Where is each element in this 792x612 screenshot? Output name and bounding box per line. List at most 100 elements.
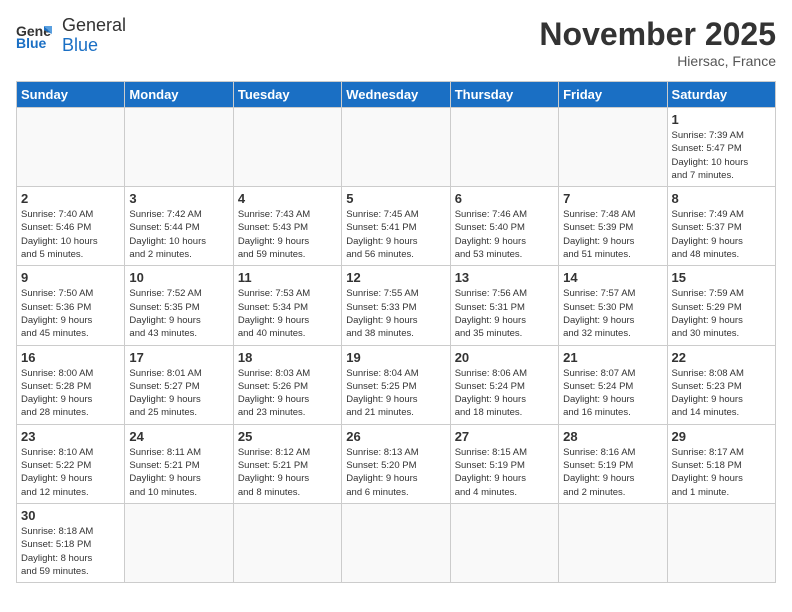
calendar-cell: 4 Sunrise: 7:43 AM Sunset: 5:43 PM Daylig…	[233, 187, 341, 266]
weekday-header-tuesday: Tuesday	[233, 82, 341, 108]
day-info: Sunrise: 7:46 AM Sunset: 5:40 PM Dayligh…	[455, 208, 554, 261]
calendar-cell: 24Sunrise: 8:11 AM Sunset: 5:21 PM Dayli…	[125, 424, 233, 503]
day-info: Sunrise: 8:18 AM Sunset: 5:18 PM Dayligh…	[21, 525, 120, 578]
month-title: November 2025	[539, 16, 776, 53]
day-info: Sunrise: 8:06 AM Sunset: 5:24 PM Dayligh…	[455, 367, 554, 420]
day-number: 27	[455, 429, 554, 444]
calendar-cell: 1 Sunrise: 7:39 AM Sunset: 5:47 PM Daylig…	[667, 108, 775, 187]
day-number: 15	[672, 270, 771, 285]
week-row-2: 2 Sunrise: 7:40 AM Sunset: 5:46 PM Daylig…	[17, 187, 776, 266]
location: Hiersac, France	[539, 53, 776, 69]
calendar-cell: 17 Sunrise: 8:01 AM Sunset: 5:27 PM Dayli…	[125, 345, 233, 424]
calendar-cell: 21 Sunrise: 8:07 AM Sunset: 5:24 PM Dayli…	[559, 345, 667, 424]
day-info: Sunrise: 8:07 AM Sunset: 5:24 PM Dayligh…	[563, 367, 662, 420]
week-row-3: 9Sunrise: 7:50 AM Sunset: 5:36 PM Daylig…	[17, 266, 776, 345]
calendar-cell	[125, 503, 233, 582]
day-info: Sunrise: 7:43 AM Sunset: 5:43 PM Dayligh…	[238, 208, 337, 261]
calendar-cell: 16Sunrise: 8:00 AM Sunset: 5:28 PM Dayli…	[17, 345, 125, 424]
calendar-cell: 15 Sunrise: 7:59 AM Sunset: 5:29 PM Dayli…	[667, 266, 775, 345]
day-number: 5	[346, 191, 445, 206]
calendar-cell: 29Sunrise: 8:17 AM Sunset: 5:18 PM Dayli…	[667, 424, 775, 503]
day-info: Sunrise: 7:45 AM Sunset: 5:41 PM Dayligh…	[346, 208, 445, 261]
calendar-cell: 23Sunrise: 8:10 AM Sunset: 5:22 PM Dayli…	[17, 424, 125, 503]
week-row-4: 16Sunrise: 8:00 AM Sunset: 5:28 PM Dayli…	[17, 345, 776, 424]
weekday-header-sunday: Sunday	[17, 82, 125, 108]
day-number: 21	[563, 350, 662, 365]
day-number: 2	[21, 191, 120, 206]
svg-text:Blue: Blue	[16, 35, 47, 51]
day-number: 10	[129, 270, 228, 285]
day-info: Sunrise: 8:01 AM Sunset: 5:27 PM Dayligh…	[129, 367, 228, 420]
day-number: 12	[346, 270, 445, 285]
week-row-1: 1 Sunrise: 7:39 AM Sunset: 5:47 PM Daylig…	[17, 108, 776, 187]
day-info: Sunrise: 8:11 AM Sunset: 5:21 PM Dayligh…	[129, 446, 228, 499]
calendar-cell: 25Sunrise: 8:12 AM Sunset: 5:21 PM Dayli…	[233, 424, 341, 503]
weekday-header-thursday: Thursday	[450, 82, 558, 108]
day-number: 11	[238, 270, 337, 285]
calendar-cell: 6Sunrise: 7:46 AM Sunset: 5:40 PM Daylig…	[450, 187, 558, 266]
week-row-5: 23Sunrise: 8:10 AM Sunset: 5:22 PM Dayli…	[17, 424, 776, 503]
week-row-6: 30Sunrise: 8:18 AM Sunset: 5:18 PM Dayli…	[17, 503, 776, 582]
logo-text: General Blue	[62, 16, 126, 56]
day-number: 18	[238, 350, 337, 365]
calendar-cell: 12 Sunrise: 7:55 AM Sunset: 5:33 PM Dayli…	[342, 266, 450, 345]
day-info: Sunrise: 7:55 AM Sunset: 5:33 PM Dayligh…	[346, 287, 445, 340]
weekday-header-friday: Friday	[559, 82, 667, 108]
weekday-header-monday: Monday	[125, 82, 233, 108]
calendar-cell: 2 Sunrise: 7:40 AM Sunset: 5:46 PM Daylig…	[17, 187, 125, 266]
calendar-cell: 30Sunrise: 8:18 AM Sunset: 5:18 PM Dayli…	[17, 503, 125, 582]
day-number: 20	[455, 350, 554, 365]
day-info: Sunrise: 7:57 AM Sunset: 5:30 PM Dayligh…	[563, 287, 662, 340]
calendar-cell: 26Sunrise: 8:13 AM Sunset: 5:20 PM Dayli…	[342, 424, 450, 503]
calendar-cell: 19 Sunrise: 8:04 AM Sunset: 5:25 PM Dayli…	[342, 345, 450, 424]
calendar-cell	[342, 503, 450, 582]
day-number: 13	[455, 270, 554, 285]
calendar-cell: 11Sunrise: 7:53 AM Sunset: 5:34 PM Dayli…	[233, 266, 341, 345]
day-info: Sunrise: 7:52 AM Sunset: 5:35 PM Dayligh…	[129, 287, 228, 340]
calendar-cell	[559, 503, 667, 582]
day-number: 4	[238, 191, 337, 206]
day-number: 1	[672, 112, 771, 127]
day-info: Sunrise: 8:15 AM Sunset: 5:19 PM Dayligh…	[455, 446, 554, 499]
day-number: 16	[21, 350, 120, 365]
calendar-cell	[559, 108, 667, 187]
day-info: Sunrise: 7:49 AM Sunset: 5:37 PM Dayligh…	[672, 208, 771, 261]
calendar-cell: 20 Sunrise: 8:06 AM Sunset: 5:24 PM Dayli…	[450, 345, 558, 424]
calendar-cell: 7 Sunrise: 7:48 AM Sunset: 5:39 PM Daylig…	[559, 187, 667, 266]
day-number: 14	[563, 270, 662, 285]
calendar-cell: 9Sunrise: 7:50 AM Sunset: 5:36 PM Daylig…	[17, 266, 125, 345]
calendar-cell	[450, 108, 558, 187]
calendar-cell: 27 Sunrise: 8:15 AM Sunset: 5:19 PM Dayli…	[450, 424, 558, 503]
day-number: 29	[672, 429, 771, 444]
day-info: Sunrise: 7:39 AM Sunset: 5:47 PM Dayligh…	[672, 129, 771, 182]
calendar-cell	[450, 503, 558, 582]
day-info: Sunrise: 7:59 AM Sunset: 5:29 PM Dayligh…	[672, 287, 771, 340]
weekday-header-wednesday: Wednesday	[342, 82, 450, 108]
calendar-cell: 18 Sunrise: 8:03 AM Sunset: 5:26 PM Dayli…	[233, 345, 341, 424]
logo-icon: General Blue	[16, 18, 52, 54]
day-info: Sunrise: 8:03 AM Sunset: 5:26 PM Dayligh…	[238, 367, 337, 420]
day-number: 17	[129, 350, 228, 365]
day-info: Sunrise: 7:40 AM Sunset: 5:46 PM Dayligh…	[21, 208, 120, 261]
calendar-cell: 3Sunrise: 7:42 AM Sunset: 5:44 PM Daylig…	[125, 187, 233, 266]
day-info: Sunrise: 8:04 AM Sunset: 5:25 PM Dayligh…	[346, 367, 445, 420]
day-number: 26	[346, 429, 445, 444]
calendar-cell: 28Sunrise: 8:16 AM Sunset: 5:19 PM Dayli…	[559, 424, 667, 503]
calendar-cell	[125, 108, 233, 187]
calendar-cell	[17, 108, 125, 187]
day-number: 7	[563, 191, 662, 206]
day-number: 8	[672, 191, 771, 206]
day-number: 28	[563, 429, 662, 444]
weekday-header-row: SundayMondayTuesdayWednesdayThursdayFrid…	[17, 82, 776, 108]
day-number: 9	[21, 270, 120, 285]
day-info: Sunrise: 7:48 AM Sunset: 5:39 PM Dayligh…	[563, 208, 662, 261]
day-number: 19	[346, 350, 445, 365]
logo: General Blue General Blue	[16, 16, 126, 56]
calendar-cell: 8 Sunrise: 7:49 AM Sunset: 5:37 PM Daylig…	[667, 187, 775, 266]
day-number: 3	[129, 191, 228, 206]
calendar-cell	[667, 503, 775, 582]
day-number: 25	[238, 429, 337, 444]
day-info: Sunrise: 8:08 AM Sunset: 5:23 PM Dayligh…	[672, 367, 771, 420]
page-header: General Blue General Blue November 2025 …	[16, 16, 776, 69]
calendar-cell: 13Sunrise: 7:56 AM Sunset: 5:31 PM Dayli…	[450, 266, 558, 345]
